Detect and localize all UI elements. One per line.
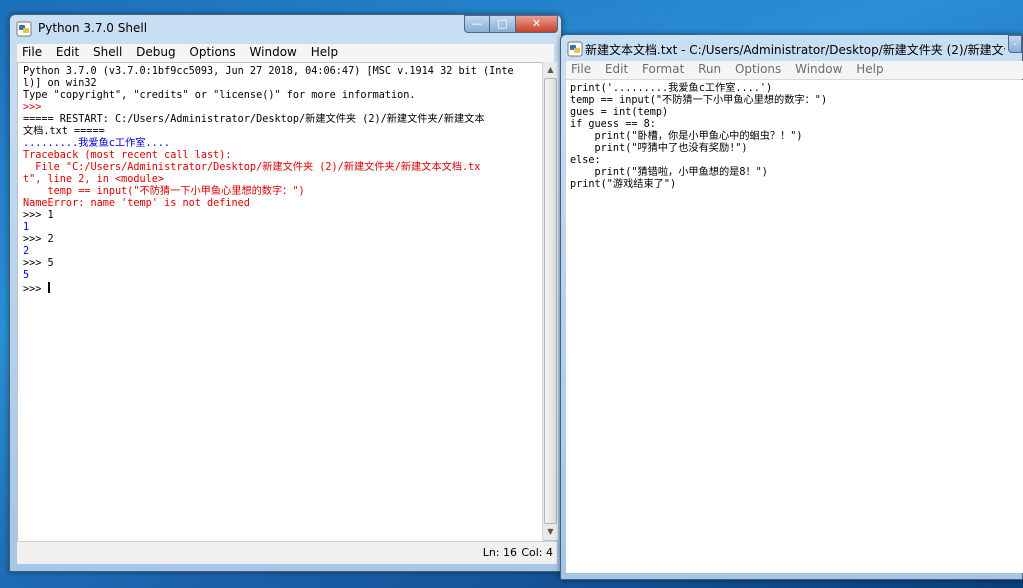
minimize-button[interactable]: -: [1008, 35, 1022, 53]
shell-line: t", line 2, in <module>: [23, 174, 165, 185]
python-icon: [16, 21, 32, 37]
editor-title: 新建文本文档.txt - C:/Users/Administrator/Desk…: [585, 43, 1005, 57]
editor-titlebar[interactable]: 新建文本文档.txt - C:/Users/Administrator/Desk…: [561, 35, 1022, 61]
editor-text-area[interactable]: print('.........我爱鱼c工作室....') temp == inp…: [566, 80, 1023, 573]
shell-line: temp == input("不防猜一下小甲鱼心里想的数字："): [23, 186, 305, 197]
scroll-thumb[interactable]: [544, 78, 557, 524]
shell-line: >>> 2: [23, 234, 54, 245]
editor-line: gues = int(temp): [570, 107, 669, 118]
maximize-button[interactable]: □: [489, 15, 516, 33]
shell-line: 文档.txt =====: [23, 126, 105, 137]
editor-line: if guess == 8:: [570, 119, 656, 130]
shell-line: >>>: [23, 102, 42, 113]
shell-output[interactable]: Python 3.7.0 (v3.7.0:1bf9cc5093, Jun 27 …: [17, 62, 544, 542]
close-button[interactable]: ✕: [515, 15, 558, 33]
shell-window: Python 3.7.0 Shell — □ ✕ File Edit Shell…: [9, 14, 562, 572]
shell-line: 2: [23, 246, 30, 257]
menu-options[interactable]: Options: [730, 61, 786, 78]
scroll-down-arrow[interactable]: ▼: [543, 524, 558, 540]
minimize-icon: —: [471, 17, 483, 30]
python-icon: [567, 41, 583, 57]
editor-line: print("哼猜中了也没有奖励!"): [570, 143, 748, 154]
close-icon: ✕: [531, 17, 542, 30]
text-cursor: [47, 282, 50, 293]
editor-menubar: File Edit Format Run Options Window Help: [566, 61, 1023, 79]
shell-statusbar: Ln: 16 Col: 4: [17, 541, 557, 564]
menu-options[interactable]: Options: [184, 44, 240, 61]
menu-file[interactable]: File: [566, 61, 596, 78]
shell-titlebar[interactable]: Python 3.7.0 Shell — □ ✕: [10, 15, 561, 41]
menu-help[interactable]: Help: [306, 44, 343, 61]
shell-scrollbar[interactable]: ▲ ▼: [542, 62, 558, 540]
shell-line: >>> 5: [23, 258, 54, 269]
menu-format[interactable]: Format: [637, 61, 689, 78]
editor-line: print("卧槽，你是小甲鱼心中的蛔虫？！"): [570, 131, 803, 142]
shell-line: Type "copyright", "credits" or "license(…: [23, 90, 416, 101]
desktop: { "shell_window": { "title": "Python 3.7…: [0, 0, 1023, 588]
menu-help[interactable]: Help: [851, 61, 888, 78]
editor-line: print("游戏结束了"): [570, 179, 677, 190]
menu-shell[interactable]: Shell: [88, 44, 127, 61]
editor-line: temp == input("不防猜一下小甲鱼心里想的数字："): [570, 95, 828, 106]
shell-line: NameError: name 'temp' is not defined: [23, 198, 250, 209]
menu-window[interactable]: Window: [790, 61, 847, 78]
shell-line: File "C:/Users/Administrator/Desktop/新建文…: [23, 162, 481, 173]
minimize-icon: -: [1013, 37, 1017, 50]
shell-line: 5: [23, 270, 30, 281]
shell-line: ===== RESTART: C:/Users/Administrator/De…: [23, 114, 485, 125]
menu-window[interactable]: Window: [245, 44, 302, 61]
menu-debug[interactable]: Debug: [131, 44, 180, 61]
shell-menubar: File Edit Shell Debug Options Window Hel…: [17, 44, 554, 62]
menu-run[interactable]: Run: [693, 61, 726, 78]
editor-text: print('.........我爱鱼c工作室....') temp == inp…: [566, 80, 1023, 191]
shell-line: >>> 1: [23, 210, 54, 221]
shell-line: Traceback (most recent call last):: [23, 150, 232, 161]
menu-file[interactable]: File: [17, 44, 47, 61]
shell-text: Python 3.7.0 (v3.7.0:1bf9cc5093, Jun 27 …: [18, 63, 543, 296]
menu-edit[interactable]: Edit: [51, 44, 84, 61]
editor-line: print('.........我爱鱼c工作室....'): [570, 83, 773, 94]
editor-window: 新建文本文档.txt - C:/Users/Administrator/Desk…: [560, 34, 1023, 580]
editor-line: print("猜错啦，小甲鱼想的是8！"): [570, 167, 768, 178]
shell-title: Python 3.7.0 Shell: [38, 21, 148, 35]
editor-line: else:: [570, 155, 601, 166]
shell-line: .........我爱鱼c工作室....: [23, 138, 170, 149]
scroll-up-arrow[interactable]: ▲: [543, 62, 558, 78]
status-line: Ln: 16: [482, 546, 517, 559]
menu-edit[interactable]: Edit: [600, 61, 633, 78]
minimize-button[interactable]: —: [464, 15, 490, 33]
status-col: Col: 4: [521, 546, 553, 559]
shell-line: Python 3.7.0 (v3.7.0:1bf9cc5093, Jun 27 …: [23, 66, 514, 77]
shell-line: >>>: [23, 282, 50, 295]
maximize-icon: □: [497, 17, 508, 30]
shell-line: l)] on win32: [23, 78, 97, 89]
shell-line: 1: [23, 222, 30, 233]
